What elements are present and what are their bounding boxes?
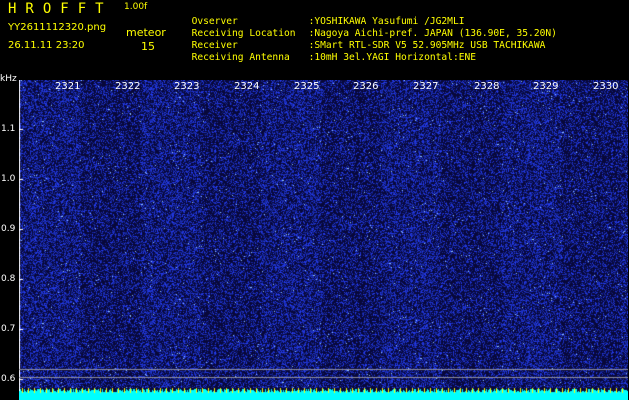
filename-label: YY2611112320.png bbox=[8, 22, 107, 33]
x-tick-label: 2324 bbox=[234, 81, 260, 92]
meteor-label: meteor bbox=[126, 26, 166, 39]
y-tick-label: 0.8 bbox=[1, 274, 16, 284]
meteor-count: 15 bbox=[141, 40, 155, 53]
x-tick-label: 2322 bbox=[115, 81, 141, 92]
y-tick-label: 1.0 bbox=[1, 174, 16, 184]
timestamp-label: 26.11.11 23:20 bbox=[8, 40, 85, 51]
info-value: :10mH 3el.YAGI Horizontal:ENE bbox=[308, 51, 477, 63]
y-tick-label: 1.1 bbox=[1, 124, 16, 134]
x-tick-label: 2325 bbox=[294, 81, 320, 92]
x-tick-label: 2328 bbox=[474, 81, 500, 92]
app-title: HROFFT bbox=[8, 1, 113, 17]
y-unit-label: kHz bbox=[0, 74, 17, 84]
x-tick-label: 2327 bbox=[413, 81, 439, 92]
x-tick-label: 2321 bbox=[55, 81, 81, 92]
y-tick-label: 0.9 bbox=[1, 224, 16, 234]
x-tick-label: 2323 bbox=[174, 81, 200, 92]
info-key: Receiving Antenna bbox=[191, 51, 290, 63]
y-tick-label: 0.7 bbox=[1, 324, 16, 334]
info-row-antenna: Receiving Antenna :10mH 3el.YAGI Horizont… bbox=[180, 43, 477, 63]
x-tick-label: 2330 bbox=[593, 81, 619, 92]
y-tick-label: 0.6 bbox=[1, 374, 16, 384]
x-tick-label: 2326 bbox=[353, 81, 379, 92]
version-label: 1.00f bbox=[124, 2, 148, 12]
x-tick-label: 2329 bbox=[533, 81, 559, 92]
spectrogram-plot bbox=[19, 80, 628, 400]
